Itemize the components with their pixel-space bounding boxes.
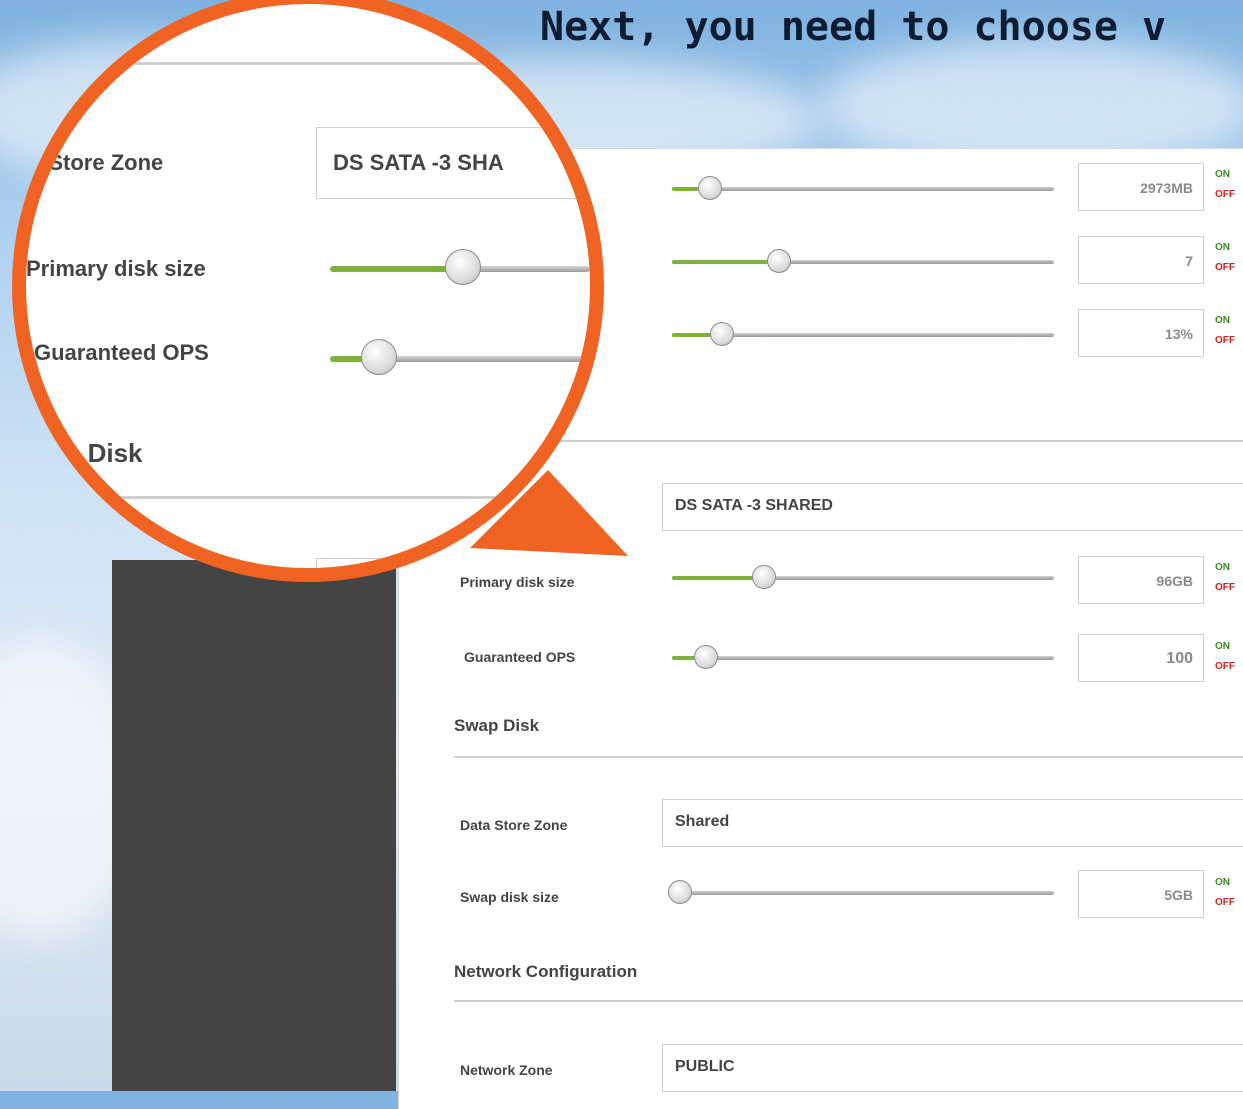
zoom-guaranteed-iops-slider	[330, 339, 590, 375]
slider-knob	[444, 249, 481, 285]
zoom-divider	[26, 62, 590, 65]
slider-knob	[361, 339, 398, 375]
zoom-divider	[26, 496, 590, 499]
zoom-data-store-zone-label: a Store Zone	[30, 150, 164, 175]
zoom-primary-disk-size-label: Primary disk size	[26, 256, 206, 281]
zoom-guaranteed-iops-label: Guaranteed OPS	[34, 340, 209, 365]
magnifier-lens: a Store Zone DS SATA -3 SHA Primary disk…	[12, 0, 604, 582]
zoom-data-store-zone-select: DS SATA -3 SHA	[316, 127, 590, 199]
zoom-swap-disk-title: ap Disk	[50, 438, 143, 468]
zoom-primary-disk-size-slider	[330, 249, 590, 285]
slider-fill	[330, 266, 463, 272]
